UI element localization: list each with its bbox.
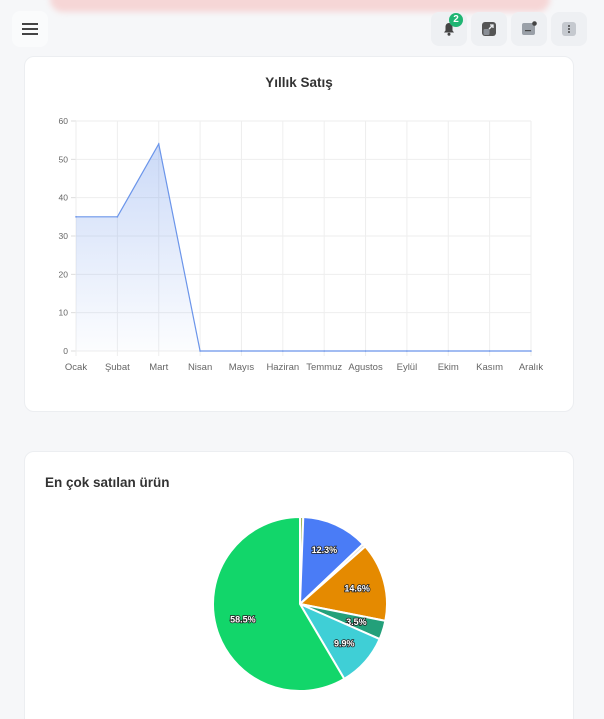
- pie-slice-label: 14.6%: [344, 584, 370, 594]
- pie-slice-label: 12.3%: [312, 545, 338, 555]
- pie-slice-label: 9.9%: [334, 638, 355, 648]
- top-products-pie-chart: 12.3%14.6%3.5%9.9%58.5%: [212, 515, 388, 692]
- pie-slice-label: 58.5%: [230, 615, 256, 625]
